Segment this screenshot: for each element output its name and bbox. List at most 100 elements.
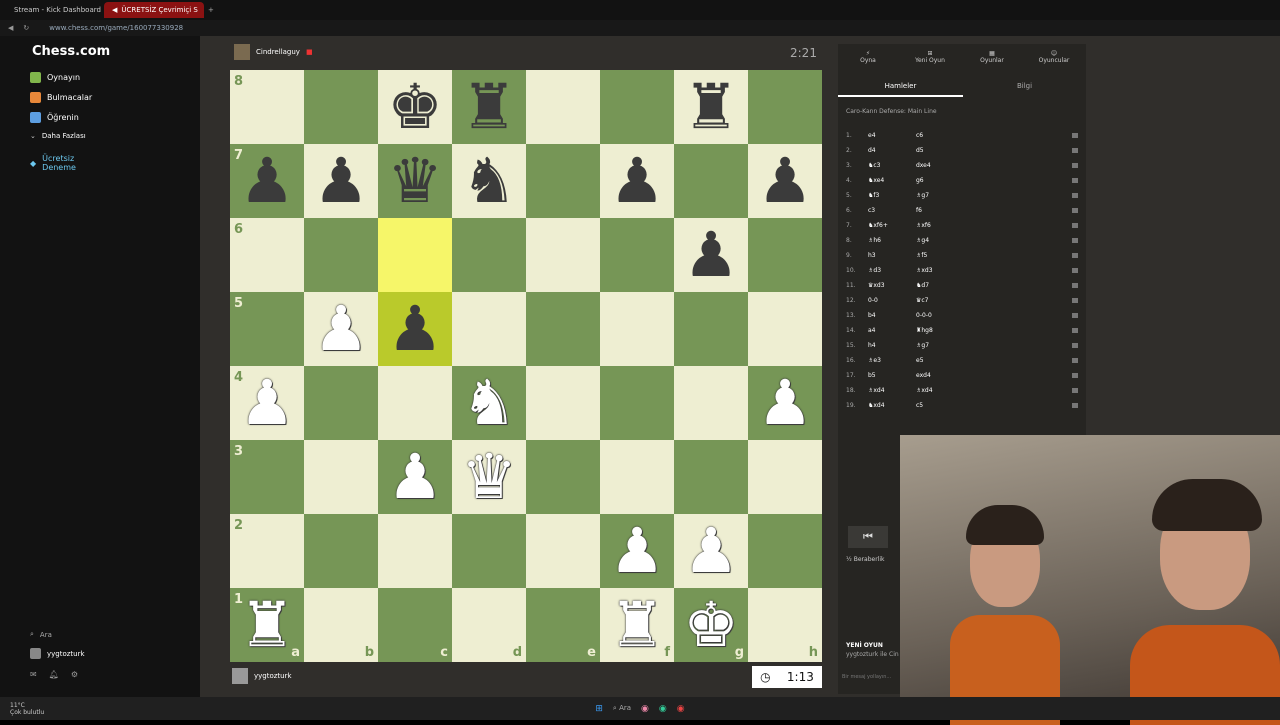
square-h7[interactable]: ♟ bbox=[748, 144, 822, 218]
square-e3[interactable] bbox=[526, 440, 600, 514]
square-b2[interactable] bbox=[304, 514, 378, 588]
gear-icon[interactable]: ⚙ bbox=[71, 670, 78, 679]
white-king-icon[interactable]: ♚ bbox=[683, 588, 739, 662]
sidebar-item-play[interactable]: Oynayın bbox=[30, 72, 80, 83]
white-pawn-icon[interactable]: ♟ bbox=[239, 366, 295, 440]
move[interactable]: g6 bbox=[916, 177, 964, 184]
move[interactable]: ♗e3 bbox=[868, 357, 916, 364]
square-g5[interactable] bbox=[674, 292, 748, 366]
square-h2[interactable] bbox=[748, 514, 822, 588]
square-b4[interactable] bbox=[304, 366, 378, 440]
square-h8[interactable] bbox=[748, 70, 822, 144]
black-queen-icon[interactable]: ♛ bbox=[387, 144, 443, 218]
sidebar-item-puzzles[interactable]: Bulmacalar bbox=[30, 92, 92, 103]
tab-new-game[interactable]: ⊞ Yeni Oyun bbox=[900, 50, 960, 64]
square-f8[interactable] bbox=[600, 70, 674, 144]
move[interactable]: ♞xf6+ bbox=[868, 222, 916, 229]
square-b5[interactable]: ♟ bbox=[304, 292, 378, 366]
tab-games[interactable]: ▦ Oyunlar bbox=[962, 50, 1022, 64]
square-d1[interactable]: d bbox=[452, 588, 526, 662]
move[interactable]: d4 bbox=[868, 147, 916, 154]
white-pawn-icon[interactable]: ♟ bbox=[609, 514, 665, 588]
square-b7[interactable]: ♟ bbox=[304, 144, 378, 218]
move[interactable]: ♗g4 bbox=[916, 237, 964, 244]
square-b1[interactable]: b bbox=[304, 588, 378, 662]
move[interactable]: e5 bbox=[916, 357, 964, 364]
white-pawn-icon[interactable]: ♟ bbox=[683, 514, 739, 588]
square-a4[interactable]: 4 ♟ bbox=[230, 366, 304, 440]
move[interactable]: ♗xd4 bbox=[916, 387, 964, 394]
opponent-name[interactable]: Cindrellaguy bbox=[256, 48, 300, 56]
square-c1[interactable]: c bbox=[378, 588, 452, 662]
square-c3[interactable]: ♟ bbox=[378, 440, 452, 514]
square-e6[interactable] bbox=[526, 218, 600, 292]
square-f4[interactable] bbox=[600, 366, 674, 440]
move[interactable]: ♗d3 bbox=[868, 267, 916, 274]
move[interactable]: a4 bbox=[868, 327, 916, 334]
square-c8[interactable]: ♚ bbox=[378, 70, 452, 144]
white-knight-icon[interactable]: ♞ bbox=[461, 366, 517, 440]
square-d5[interactable] bbox=[452, 292, 526, 366]
move[interactable]: dxe4 bbox=[916, 162, 964, 169]
square-e8[interactable] bbox=[526, 70, 600, 144]
sidebar-item-learn[interactable]: Öğrenin bbox=[30, 112, 79, 123]
square-a7[interactable]: 7 ♟ bbox=[230, 144, 304, 218]
black-pawn-icon[interactable]: ♟ bbox=[609, 144, 665, 218]
square-d6[interactable] bbox=[452, 218, 526, 292]
move[interactable]: f6 bbox=[916, 207, 964, 214]
square-f5[interactable] bbox=[600, 292, 674, 366]
white-rook-icon[interactable]: ♜ bbox=[239, 588, 295, 662]
move[interactable]: ♞xe4 bbox=[868, 177, 916, 184]
square-d8[interactable]: ♜ bbox=[452, 70, 526, 144]
square-c2[interactable] bbox=[378, 514, 452, 588]
browser-tab-kick[interactable]: Stream - Kick Dashboard bbox=[2, 2, 102, 18]
square-c7[interactable]: ♛ bbox=[378, 144, 452, 218]
taskbar-search[interactable]: ⌕ Ara bbox=[613, 704, 631, 713]
black-knight-icon[interactable]: ♞ bbox=[461, 144, 517, 218]
black-pawn-icon[interactable]: ♟ bbox=[239, 144, 295, 218]
move[interactable]: h4 bbox=[868, 342, 916, 349]
move[interactable]: h3 bbox=[868, 252, 916, 259]
square-f1[interactable]: f ♜ bbox=[600, 588, 674, 662]
move[interactable]: b5 bbox=[868, 372, 916, 379]
subtab-info[interactable]: Bilgi bbox=[963, 82, 1086, 95]
move[interactable]: ♗xd4 bbox=[868, 387, 916, 394]
black-pawn-icon[interactable]: ♟ bbox=[387, 292, 443, 366]
square-f2[interactable]: ♟ bbox=[600, 514, 674, 588]
square-c5[interactable]: ♟ bbox=[378, 292, 452, 366]
sidebar-user[interactable]: yygtozturk bbox=[30, 648, 85, 659]
move[interactable]: ♛c7 bbox=[916, 297, 964, 304]
black-rook-icon[interactable]: ♜ bbox=[461, 70, 517, 144]
move[interactable]: c3 bbox=[868, 207, 916, 214]
move[interactable]: ♗g7 bbox=[916, 342, 964, 349]
move[interactable]: ♞f3 bbox=[868, 192, 916, 199]
opponent-avatar[interactable] bbox=[234, 44, 250, 60]
sidebar-item-free-trial[interactable]: ◆ Ücretsiz Deneme bbox=[30, 154, 90, 172]
square-h5[interactable] bbox=[748, 292, 822, 366]
reload-icon[interactable]: ↻ bbox=[23, 24, 29, 32]
square-a6[interactable]: 6 bbox=[230, 218, 304, 292]
move[interactable]: b4 bbox=[868, 312, 916, 319]
move[interactable]: 0-0-0 bbox=[916, 312, 964, 319]
square-e5[interactable] bbox=[526, 292, 600, 366]
square-f6[interactable] bbox=[600, 218, 674, 292]
move[interactable]: e4 bbox=[868, 132, 916, 139]
square-f7[interactable]: ♟ bbox=[600, 144, 674, 218]
move[interactable]: ♞d7 bbox=[916, 282, 964, 289]
square-g3[interactable] bbox=[674, 440, 748, 514]
chat-input[interactable]: Bir mesaj yollayın... bbox=[842, 674, 891, 680]
browser-tab-chess[interactable]: ◀ ÜCRETSİZ Çevrimiçi S bbox=[104, 2, 204, 18]
black-king-icon[interactable]: ♚ bbox=[387, 70, 443, 144]
new-game-title[interactable]: YENİ OYUN bbox=[846, 642, 883, 649]
bell-icon[interactable]: 🔔︎ bbox=[49, 670, 59, 679]
address-bar[interactable]: ◀ ↻ www.chess.com/game/160077330928 bbox=[0, 20, 1280, 36]
white-pawn-icon[interactable]: ♟ bbox=[313, 292, 369, 366]
player-name[interactable]: yygtozturk bbox=[254, 672, 292, 680]
white-pawn-icon[interactable]: ♟ bbox=[757, 366, 813, 440]
move[interactable]: ♗xf6 bbox=[916, 222, 964, 229]
mail-icon[interactable]: ✉ bbox=[30, 670, 37, 679]
app-icon[interactable]: ◉ bbox=[659, 704, 667, 714]
app-icon[interactable]: ◉ bbox=[641, 704, 649, 714]
square-c6[interactable] bbox=[378, 218, 452, 292]
opening-name[interactable]: Caro-Kann Defense: Main Line bbox=[846, 108, 937, 115]
